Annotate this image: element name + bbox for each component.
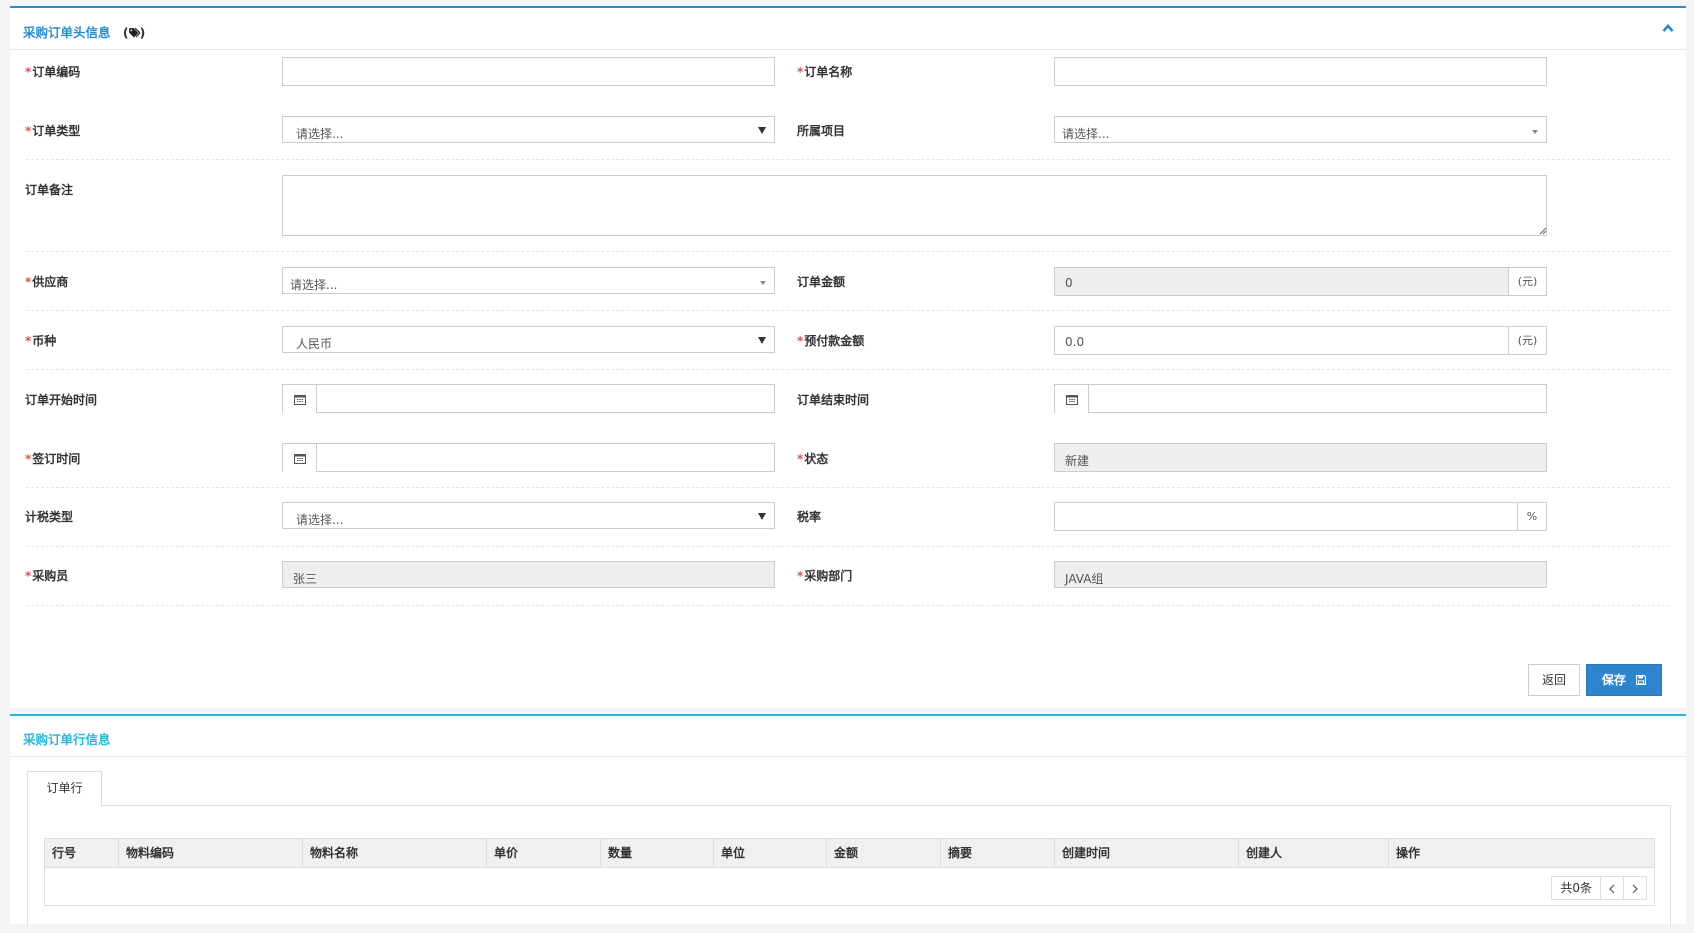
currency-select[interactable]: 人民币 [282, 326, 775, 353]
status-input: 新建 [1054, 443, 1547, 472]
caret-down-icon [760, 281, 766, 285]
order-header-panel: 采购订单头信息 () *订单编码 *订单名称 *订单类型 请选择... 所属项目… [10, 6, 1686, 708]
sign-time-label: *签订时间 [25, 452, 81, 466]
prev-page-button[interactable] [1601, 876, 1624, 900]
column-header-actions[interactable]: 操作 [1389, 839, 1654, 868]
calendar-addon[interactable] [1055, 385, 1089, 413]
order-amount-unit: (元) [1508, 268, 1546, 295]
remark-textarea[interactable] [282, 175, 1547, 236]
order-name-label: *订单名称 [797, 65, 853, 79]
chevron-right-icon [1632, 884, 1638, 894]
calendar-icon [1066, 395, 1078, 405]
row-divider [26, 251, 1670, 252]
order-lines-panel: 采购订单行信息 订单行 行号 物料编码 物料名称 单价 数量 单位 金额 摘要 … [10, 714, 1686, 926]
tags-icon: () [122, 24, 146, 40]
start-time-datepicker[interactable] [282, 384, 775, 413]
tax-rate-unit: % [1517, 503, 1546, 530]
save-button[interactable]: 保存 [1586, 664, 1662, 696]
order-type-select[interactable]: 请选择... [282, 116, 775, 143]
row-divider [26, 487, 1670, 488]
row-divider [26, 310, 1670, 311]
project-label: 所属项目 [797, 124, 846, 138]
tab-body: 行号 物料编码 物料名称 单价 数量 单位 金额 摘要 创建时间 创建人 操作 … [27, 806, 1671, 926]
order-header-panel-head: 采购订单头信息 () [10, 8, 1686, 50]
column-header-material-code[interactable]: 物料编码 [119, 839, 303, 868]
sign-time-datepicker[interactable] [282, 443, 775, 472]
prepay-amount-unit: (元) [1508, 327, 1546, 354]
tab-order-lines[interactable]: 订单行 [27, 771, 102, 807]
order-code-input[interactable] [282, 57, 775, 86]
column-header-creator[interactable]: 创建人 [1239, 839, 1389, 868]
caret-down-icon [758, 337, 766, 344]
caret-down-icon [758, 127, 766, 134]
resize-grip-icon[interactable] [1537, 225, 1547, 235]
prepay-amount-input[interactable]: 0.0 (元) [1054, 326, 1547, 355]
buyer-label: *采购员 [25, 569, 69, 583]
remark-label: 订单备注 [25, 183, 74, 197]
tax-type-label: 计税类型 [25, 510, 74, 524]
status-label: *状态 [797, 452, 829, 466]
end-time-label: 订单结束时间 [797, 393, 870, 407]
supplier-select[interactable]: 请选择... [282, 267, 775, 294]
start-time-label: 订单开始时间 [25, 393, 98, 407]
project-select[interactable]: 请选择... [1054, 116, 1547, 143]
back-button[interactable]: 返回 [1528, 664, 1580, 696]
caret-down-icon [1532, 130, 1538, 134]
calendar-icon [294, 454, 306, 464]
column-header-unit-price[interactable]: 单价 [487, 839, 601, 868]
table-header: 行号 物料编码 物料名称 单价 数量 单位 金额 摘要 创建时间 创建人 操作 [45, 839, 1654, 868]
order-lines-title: 采购订单行信息 [23, 732, 111, 747]
department-input: JAVA组 [1054, 561, 1547, 588]
order-lines-panel-head: 采购订单行信息 [10, 716, 1686, 757]
order-amount-label: 订单金额 [797, 275, 846, 289]
column-header-summary[interactable]: 摘要 [941, 839, 1055, 868]
row-divider [26, 159, 1670, 160]
chevron-left-icon [1609, 884, 1615, 894]
tax-rate-label: 税率 [797, 510, 822, 524]
pagination-total: 共0条 [1551, 876, 1601, 900]
pagination: 共0条 [1551, 876, 1647, 900]
end-time-datepicker[interactable] [1054, 384, 1547, 413]
department-label: *采购部门 [797, 569, 853, 583]
buyer-input: 张三 [282, 561, 775, 588]
calendar-icon [294, 395, 306, 405]
order-code-label: *订单编码 [25, 65, 81, 79]
caret-down-icon [758, 513, 766, 520]
order-lines-table: 行号 物料编码 物料名称 单价 数量 单位 金额 摘要 创建时间 创建人 操作 … [44, 838, 1655, 906]
supplier-label: *供应商 [25, 275, 69, 289]
column-header-material-name[interactable]: 物料名称 [303, 839, 487, 868]
prepay-amount-label: *预付款金额 [797, 334, 865, 348]
order-name-input[interactable] [1054, 57, 1547, 86]
row-divider [26, 369, 1670, 370]
order-type-label: *订单类型 [25, 124, 81, 138]
tax-rate-input[interactable]: % [1054, 502, 1547, 531]
column-header-line-no[interactable]: 行号 [45, 839, 119, 868]
chevron-up-icon[interactable] [1662, 23, 1674, 33]
order-amount-input[interactable]: 0 (元) [1054, 267, 1547, 296]
next-page-button[interactable] [1624, 876, 1647, 900]
calendar-addon[interactable] [283, 385, 317, 413]
column-header-unit[interactable]: 单位 [714, 839, 827, 868]
column-header-quantity[interactable]: 数量 [601, 839, 714, 868]
calendar-addon[interactable] [283, 444, 317, 472]
row-divider [26, 546, 1670, 547]
currency-label: *币种 [25, 334, 57, 348]
tabs-bar: 订单行 [27, 771, 1671, 807]
save-icon [1636, 675, 1647, 685]
tax-type-select[interactable]: 请选择... [282, 502, 775, 529]
order-header-title: 采购订单头信息 () [23, 24, 146, 41]
column-header-amount[interactable]: 金额 [827, 839, 941, 868]
row-divider [26, 605, 1670, 606]
column-header-created-time[interactable]: 创建时间 [1055, 839, 1239, 868]
